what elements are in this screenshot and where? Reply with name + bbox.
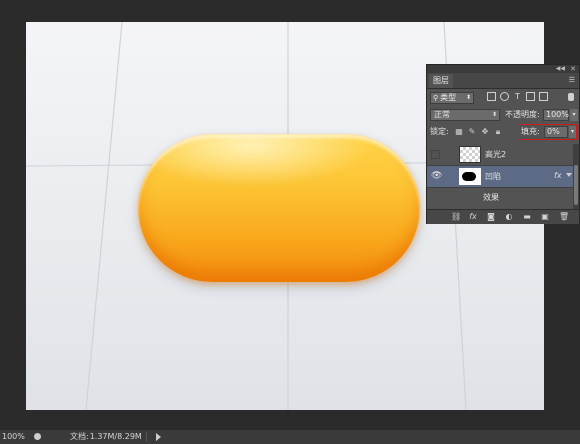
layer-row[interactable]: 高光2 — [427, 144, 573, 166]
doc-size-value: 1.37M/8.29M — [89, 432, 142, 441]
status-bar: 100% 文档:1.37M/8.29M — [0, 430, 580, 444]
shape-filter-icon[interactable] — [526, 92, 535, 101]
tab-layers[interactable]: 图层 — [429, 74, 453, 88]
panel-title-bar[interactable]: ◀◀ ✕ — [427, 65, 579, 73]
filter-kind-value: 类型 — [440, 93, 457, 102]
blend-mode-value: 正常 — [434, 110, 450, 119]
visibility-toggle-off[interactable] — [431, 150, 440, 159]
lock-label: 锁定: — [430, 127, 449, 136]
layer-name: 高光2 — [485, 150, 507, 159]
filter-icons: T — [487, 92, 552, 101]
pixel-filter-icon[interactable] — [487, 92, 496, 101]
adjustment-icon[interactable]: ◐ — [505, 213, 513, 221]
link-icon[interactable]: ⛓ — [451, 213, 461, 221]
trash-icon[interactable]: 🗑︎ — [559, 213, 569, 221]
chevron-updown-icon: ⬍ — [465, 94, 471, 101]
layer-name: 凹陷 — [485, 172, 501, 181]
new-layer-icon[interactable]: ▣ — [541, 213, 549, 221]
status-circle-icon[interactable] — [34, 433, 41, 440]
fill-input[interactable]: 0% — [544, 126, 568, 138]
filter-row: ⚲ 类型 ⬍ T — [427, 89, 579, 107]
layer-thumbnail — [459, 168, 481, 185]
doc-size-label: 文档: — [70, 432, 89, 441]
scrollbar-thumb[interactable] — [574, 165, 578, 205]
fx-icon[interactable]: fx — [554, 171, 562, 180]
folder-icon[interactable]: ▬ — [523, 213, 531, 221]
blend-row: 正常 ⬍ 不透明度: 100% ▾ — [427, 107, 579, 123]
type-filter-icon[interactable]: T — [513, 92, 522, 101]
smart-object-filter-icon[interactable] — [539, 92, 548, 101]
lock-fill-row: 锁定: ▦ ✎ ✥ 🔒︎ 填充: 0% ▾ — [427, 124, 579, 141]
fill-dropdown-icon[interactable]: ▾ — [569, 126, 576, 138]
chevron-updown-icon: ⬍ — [491, 111, 497, 118]
collapse-icon[interactable]: ◀◀ — [556, 65, 565, 73]
blend-mode-select[interactable]: 正常 ⬍ — [430, 109, 500, 121]
panel-footer: ⛓ fx ◙ ◐ ▬ ▣ 🗑︎ — [427, 209, 579, 224]
mask-icon[interactable]: ◙ — [487, 213, 495, 221]
orange-pill-button-shape — [138, 134, 420, 282]
play-arrow-icon[interactable] — [156, 433, 161, 441]
layer-row-selected[interactable]: 👁︎ 凹陷 fx — [427, 166, 573, 188]
status-divider — [146, 432, 147, 442]
fill-label: 填充: — [521, 127, 540, 136]
filter-kind-select[interactable]: ⚲ 类型 ⬍ — [430, 92, 474, 104]
layers-panel: ◀◀ ✕ 图层 ☰ ⚲ 类型 ⬍ T 正常 ⬍ 不透明度: 100% ▾ 锁定: … — [426, 64, 580, 224]
eye-icon[interactable]: 👁︎ — [431, 170, 442, 182]
panel-tab-bar: 图层 ☰ — [427, 73, 579, 89]
panel-menu-icon[interactable]: ☰ — [569, 76, 575, 84]
opacity-dropdown-icon[interactable]: ▾ — [570, 109, 578, 121]
lock-all-icon[interactable]: 🔒︎ — [494, 128, 502, 136]
layer-thumbnail — [459, 146, 481, 163]
zoom-level[interactable]: 100% — [2, 430, 25, 444]
lock-transparency-icon[interactable]: ▦ — [455, 128, 463, 136]
opacity-input[interactable]: 100% — [543, 109, 569, 121]
opacity-label: 不透明度: — [505, 110, 540, 119]
filter-toggle[interactable] — [568, 93, 574, 101]
document-size: 文档:1.37M/8.29M — [70, 430, 142, 444]
chevron-down-icon[interactable] — [566, 173, 572, 177]
effects-label[interactable]: 效果 — [483, 192, 499, 204]
close-icon[interactable]: ✕ — [570, 65, 576, 73]
adjustment-filter-icon[interactable] — [500, 92, 509, 101]
lock-brush-icon[interactable]: ✎ — [468, 128, 476, 136]
layers-list: 高光2 👁︎ 凹陷 fx 效果 — [427, 144, 573, 209]
lock-position-icon[interactable]: ✥ — [481, 128, 489, 136]
lock-icons: ▦ ✎ ✥ 🔒︎ — [455, 127, 507, 136]
fx-icon[interactable]: fx — [469, 213, 477, 221]
search-icon: ⚲ — [433, 94, 439, 102]
